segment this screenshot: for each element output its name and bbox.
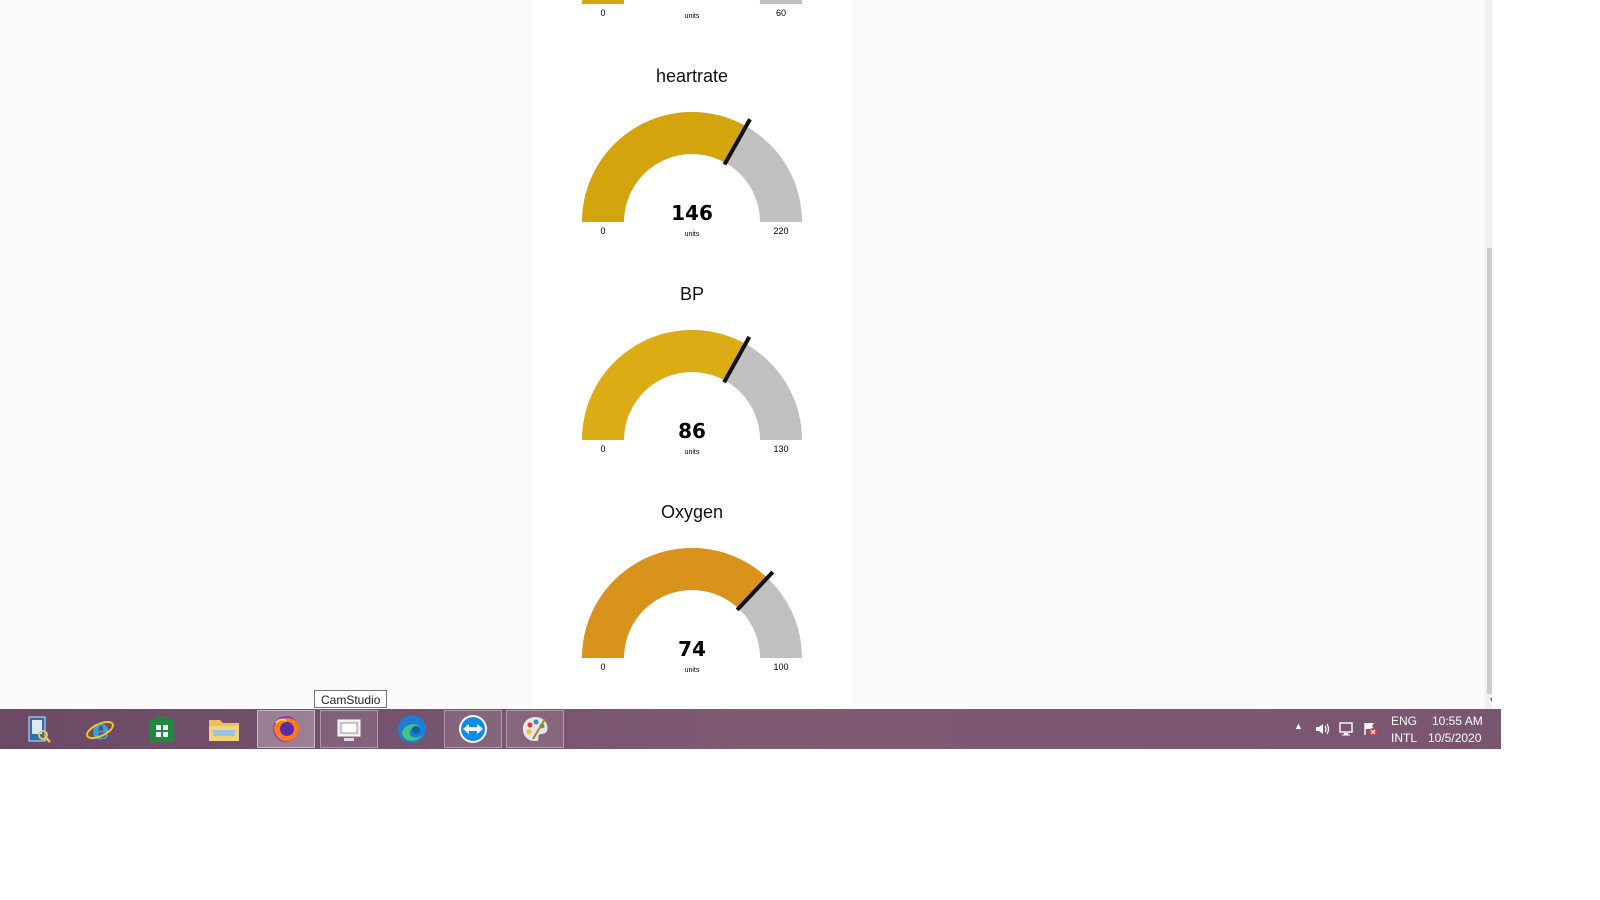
vertical-scrollbar[interactable]: ▼ [1485, 0, 1492, 709]
gauge-panel: units 0 60 heartrate 146 units 0 220 BP 86 uni… [532, 0, 852, 709]
camstudio-icon [337, 719, 361, 741]
taskbar-paint-button[interactable] [506, 710, 564, 748]
gauge-heartrate: 146units0 220 [582, 111, 802, 238]
internet-explorer-icon: e [86, 713, 114, 745]
folder-icon [209, 720, 239, 741]
taskbar-tooltip: CamStudio [314, 690, 388, 708]
scrollbar-thumb[interactable] [1487, 248, 1492, 694]
language-bottom[interactable]: INTL [1391, 731, 1417, 745]
svg-text:e: e [92, 713, 110, 745]
gauge-card: BP 86 units 0 130 [532, 218, 852, 456]
taskbar-internet-explorer-button[interactable]: e [71, 710, 129, 748]
action-center-flag-icon[interactable] [1362, 721, 1378, 737]
gauge-fill [582, 330, 746, 440]
taskbar-edge-button[interactable] [383, 710, 441, 748]
search-app-icon [28, 716, 51, 743]
gauge-fill [582, 111, 747, 222]
taskbar-file-explorer-button[interactable] [195, 710, 253, 748]
firefox-icon [273, 716, 299, 742]
scroll-down-arrow-icon[interactable]: ▼ [1485, 694, 1492, 709]
taskbar-store-button[interactable] [133, 710, 191, 748]
paint-palette-icon [522, 717, 548, 741]
gauge-max-label: 100 [773, 662, 788, 672]
volume-icon[interactable] [1314, 721, 1330, 737]
taskbar-camstudio-button[interactable] [320, 710, 378, 748]
gauge-card: heartrate 146 units 0 220 [532, 0, 852, 238]
taskbar-search-app-button[interactable] [9, 710, 67, 748]
network-icon[interactable] [1338, 721, 1354, 737]
taskbar-firefox-button[interactable] [257, 710, 315, 748]
teamviewer-icon [459, 715, 487, 743]
clock-time[interactable]: 10:55 AM [1432, 714, 1483, 728]
clock-date[interactable]: 10/5/2020 [1428, 731, 1481, 745]
gauge-value: 74 [678, 637, 706, 661]
taskbar-teamviewer-button[interactable] [444, 710, 502, 748]
gauge-units: units [685, 667, 700, 674]
gauge-fill [582, 548, 768, 658]
browser-viewport: units 0 60 heartrate 146 units 0 220 BP 86 uni… [0, 0, 1492, 709]
gauge-card: Oxygen 74 units 0 100 [532, 436, 852, 674]
show-hidden-icons-chevron-icon[interactable]: ▲ [1294, 721, 1303, 731]
store-icon [150, 716, 174, 742]
taskbar: e ▲ ENG INTL 10:55 AM 10/5/2020 [0, 709, 1501, 749]
language-top[interactable]: ENG [1391, 714, 1417, 728]
gauge-min-label: 0 [600, 662, 605, 672]
gauge-bp: 86units0 130 [582, 330, 802, 456]
gauge-oxygen: 74 units 0 100 [582, 548, 802, 674]
edge-icon [398, 715, 426, 743]
